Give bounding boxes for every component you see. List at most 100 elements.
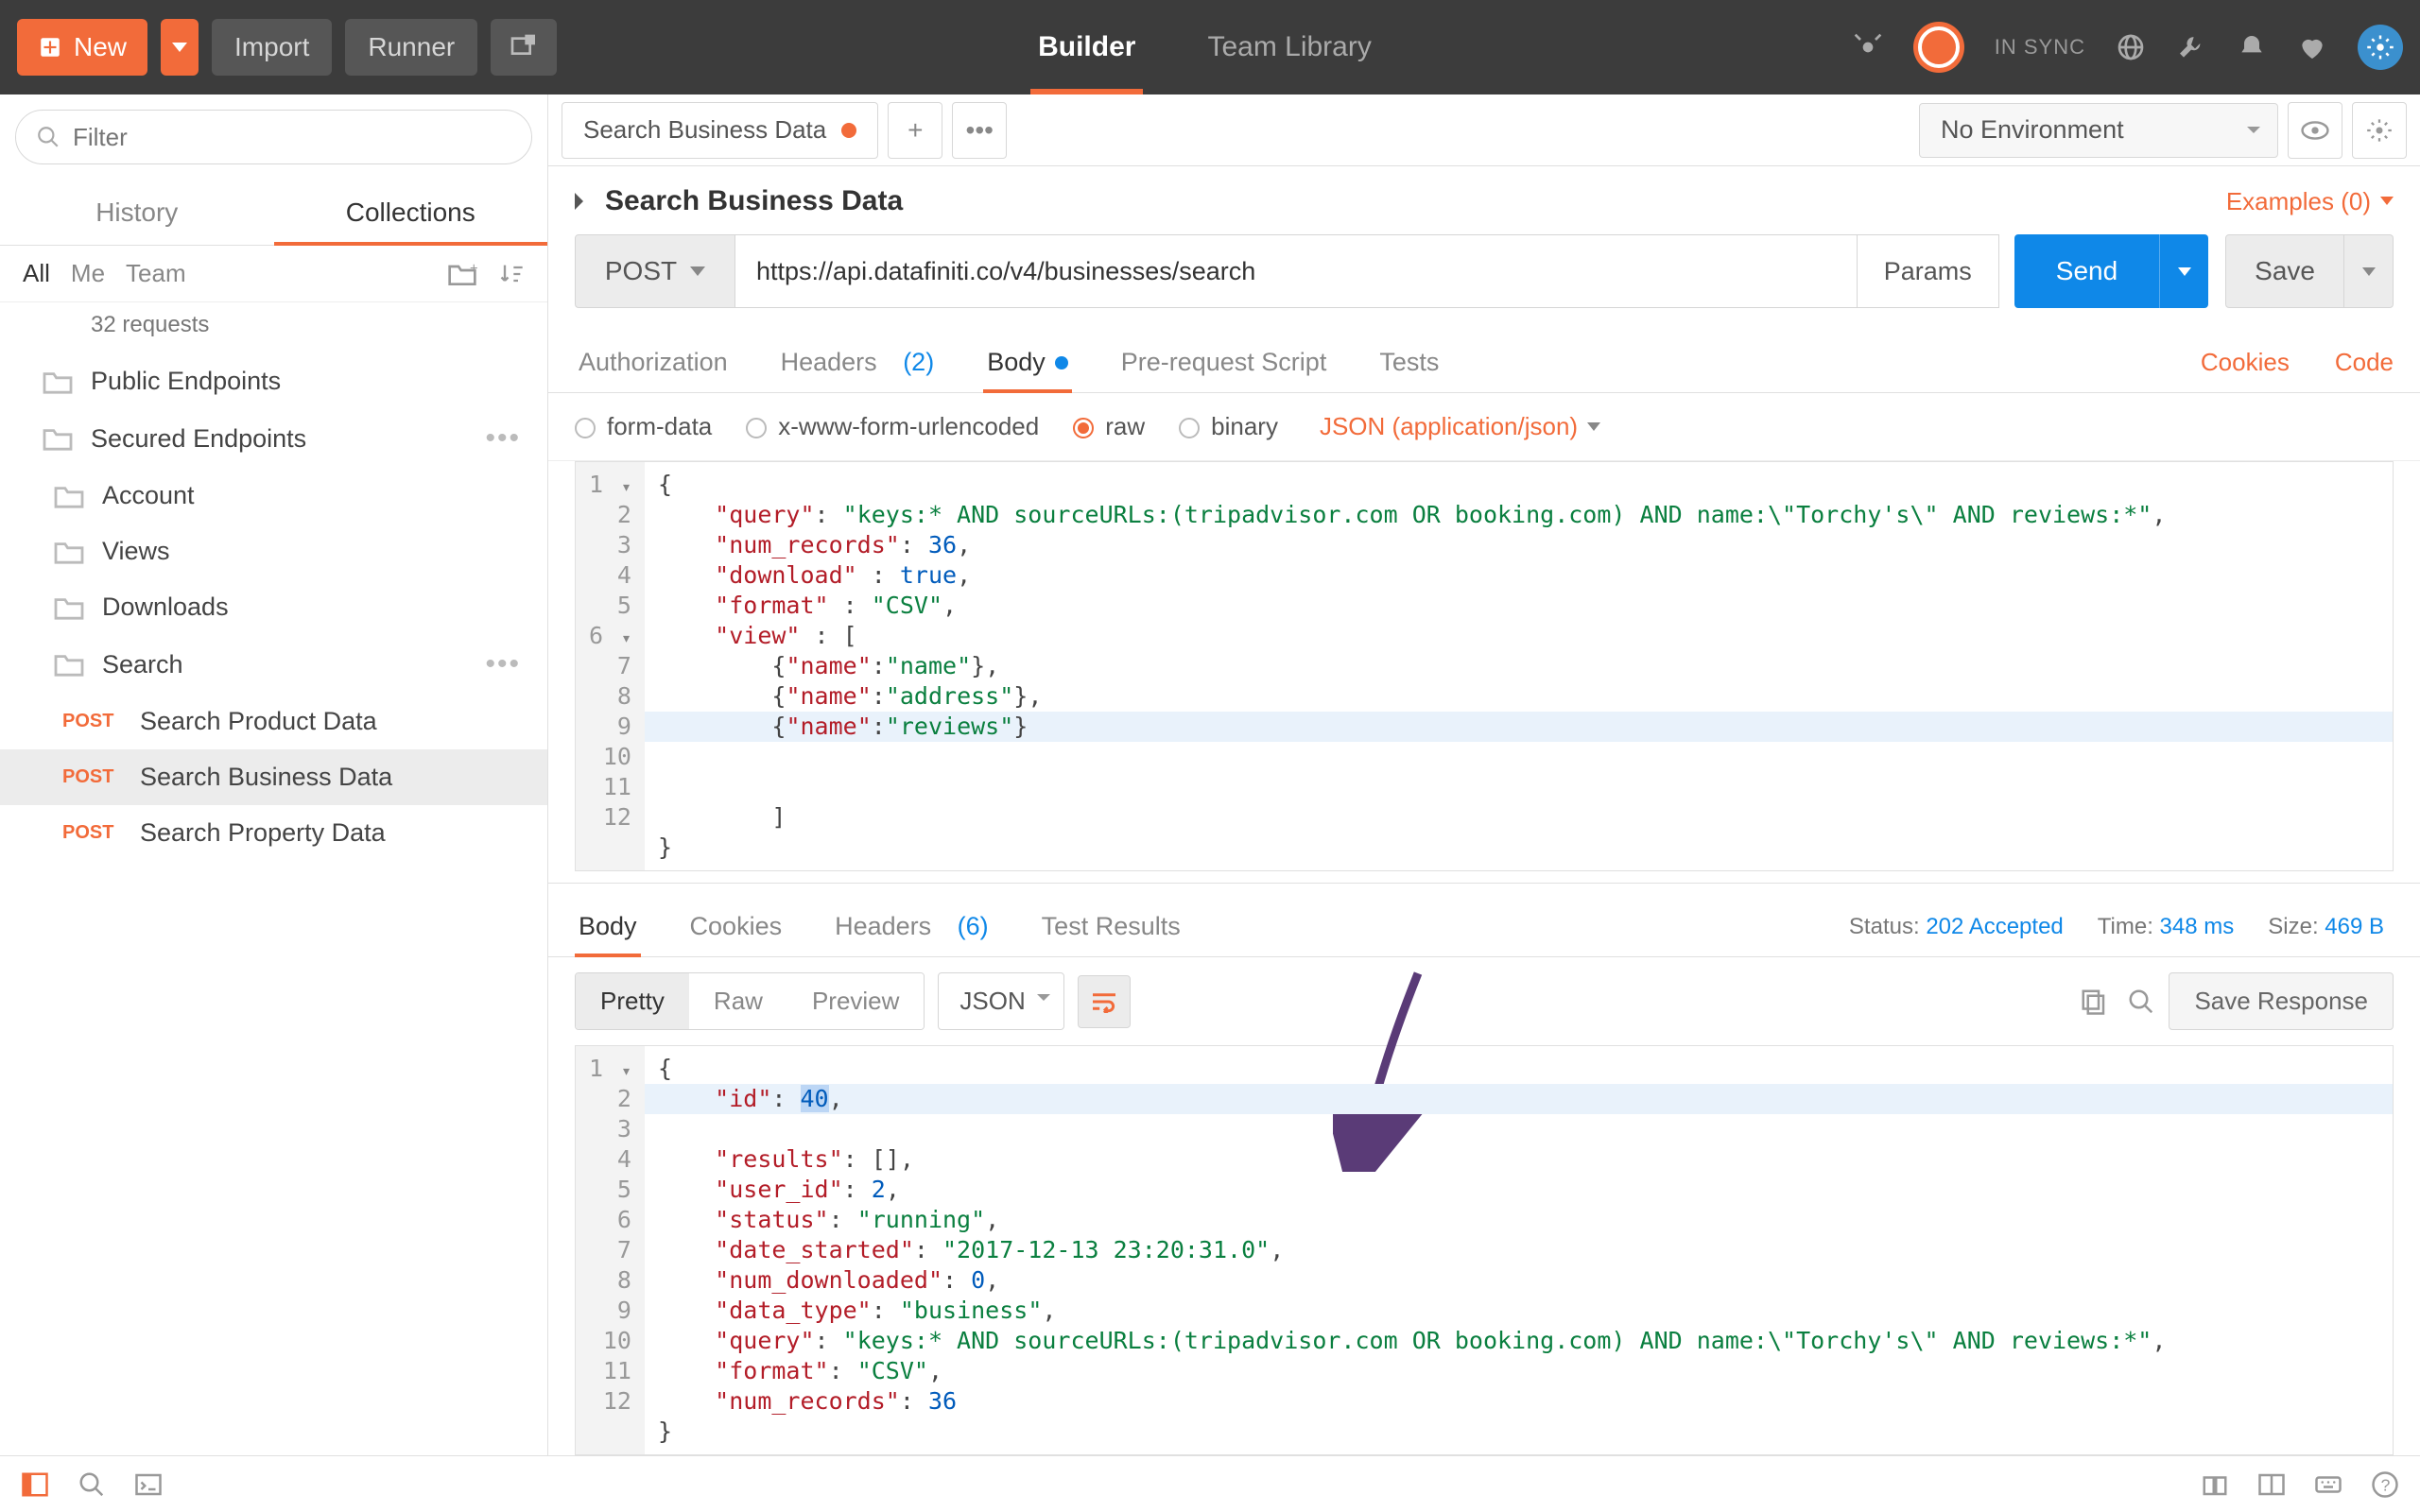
sidebar: History Collections All Me Team + 32 req… bbox=[0, 94, 548, 1455]
sidebar-item-label: Views bbox=[102, 537, 170, 566]
response-format-select[interactable]: JSON bbox=[938, 972, 1063, 1030]
sidebar-item-downloads[interactable]: Downloads bbox=[0, 579, 547, 635]
tab-tests[interactable]: Tests bbox=[1375, 333, 1443, 392]
sidebar-item-public-endpoints[interactable]: Public Endpoints bbox=[0, 353, 547, 409]
request-title[interactable]: Search Business Data bbox=[575, 185, 903, 217]
params-button[interactable]: Params bbox=[1858, 234, 1999, 308]
request-item-search-property[interactable]: POST Search Property Data bbox=[0, 805, 547, 861]
request-item-label: Search Business Data bbox=[140, 763, 392, 792]
tab-history[interactable]: History bbox=[0, 180, 274, 245]
env-settings-button[interactable] bbox=[2352, 102, 2407, 159]
body-type-urlencoded[interactable]: x-www-form-urlencoded bbox=[746, 412, 1039, 441]
save-dropdown[interactable] bbox=[2344, 234, 2394, 308]
request-tab[interactable]: Search Business Data bbox=[562, 102, 878, 159]
sort-icon[interactable] bbox=[498, 261, 525, 287]
top-toolbar: New Import Runner Builder Team Library I… bbox=[0, 0, 2420, 94]
sidebar-item-account[interactable]: Account bbox=[0, 468, 547, 524]
save-button[interactable]: Save bbox=[2225, 234, 2344, 308]
keyboard-icon[interactable] bbox=[2314, 1470, 2342, 1499]
sidebar-item-search[interactable]: Search ••• bbox=[0, 635, 547, 694]
response-body-viewer[interactable]: 1 ▾23456789101112 { "id": 40, "results":… bbox=[575, 1045, 2394, 1455]
request-body-editor[interactable]: 1 ▾23456 ▾789101112 { "query": "keys:* A… bbox=[575, 461, 2394, 871]
method-badge: POST bbox=[62, 822, 123, 844]
examples-dropdown[interactable]: Examples (0) bbox=[2226, 187, 2394, 216]
collection-requests-count: 32 requests bbox=[0, 302, 547, 353]
filter-input[interactable] bbox=[15, 110, 532, 164]
unsaved-dot-icon bbox=[841, 123, 856, 138]
scope-me[interactable]: Me bbox=[71, 259, 105, 288]
wrench-icon[interactable] bbox=[2176, 32, 2206, 62]
send-dropdown[interactable] bbox=[2159, 234, 2208, 308]
satellite-icon[interactable] bbox=[1853, 32, 1883, 62]
new-dropdown[interactable] bbox=[161, 19, 199, 76]
add-tab-button[interactable]: + bbox=[888, 102, 942, 159]
tab-options-button[interactable]: ••• bbox=[952, 102, 1007, 159]
sidebar-item-views[interactable]: Views bbox=[0, 524, 547, 579]
tab-team-library[interactable]: Team Library bbox=[1200, 0, 1378, 94]
resp-tab-tests[interactable]: Test Results bbox=[1038, 897, 1184, 956]
env-quicklook-button[interactable] bbox=[2288, 102, 2342, 159]
response-view-mode[interactable]: Pretty Raw Preview bbox=[575, 972, 925, 1030]
request-item-search-product[interactable]: POST Search Product Data bbox=[0, 694, 547, 749]
sidebar-item-label: Secured Endpoints bbox=[91, 424, 306, 454]
svg-text:+: + bbox=[470, 261, 477, 276]
search-response-icon[interactable] bbox=[2127, 988, 2155, 1016]
scope-all[interactable]: All bbox=[23, 259, 50, 288]
help-icon[interactable]: ? bbox=[2371, 1470, 2399, 1499]
resp-tab-cookies[interactable]: Cookies bbox=[686, 897, 786, 956]
content-type-select[interactable]: JSON (application/json) bbox=[1320, 412, 1600, 441]
status-bar: ? bbox=[0, 1455, 2420, 1512]
globe-icon[interactable] bbox=[2116, 32, 2146, 62]
learning-icon[interactable] bbox=[2201, 1470, 2229, 1499]
sidebar-item-label: Downloads bbox=[102, 593, 229, 622]
find-icon[interactable] bbox=[78, 1470, 106, 1499]
tab-builder[interactable]: Builder bbox=[1030, 0, 1143, 94]
heart-icon[interactable] bbox=[2297, 32, 2327, 62]
tab-headers[interactable]: Headers (2) bbox=[777, 333, 939, 392]
resp-tab-body[interactable]: Body bbox=[575, 897, 641, 956]
svg-text:?: ? bbox=[2381, 1475, 2391, 1494]
settings-gear-icon[interactable] bbox=[2358, 25, 2403, 70]
url-input[interactable] bbox=[735, 234, 1858, 308]
request-item-search-business[interactable]: POST Search Business Data bbox=[0, 749, 547, 805]
body-type-raw[interactable]: raw bbox=[1073, 412, 1145, 441]
environment-select[interactable]: No Environment bbox=[1919, 103, 2278, 158]
more-icon[interactable]: ••• bbox=[485, 648, 521, 680]
save-response-button[interactable]: Save Response bbox=[2169, 972, 2394, 1030]
tab-collections[interactable]: Collections bbox=[274, 180, 548, 245]
method-badge: POST bbox=[62, 766, 123, 788]
resp-tab-headers[interactable]: Headers (6) bbox=[831, 897, 993, 956]
view-raw[interactable]: Raw bbox=[689, 973, 787, 1029]
wrap-lines-button[interactable] bbox=[1078, 975, 1131, 1028]
sidebar-item-secured-endpoints[interactable]: Secured Endpoints ••• bbox=[0, 409, 547, 468]
content-panel: Search Business Data + ••• No Environmen… bbox=[548, 94, 2420, 1455]
modified-dot-icon bbox=[1055, 356, 1068, 369]
scope-team[interactable]: Team bbox=[126, 259, 186, 288]
console-icon[interactable] bbox=[134, 1470, 163, 1499]
add-folder-icon[interactable]: + bbox=[447, 261, 477, 287]
sync-status-icon[interactable] bbox=[1913, 22, 1964, 73]
send-button[interactable]: Send bbox=[2014, 234, 2159, 308]
bell-icon[interactable] bbox=[2237, 32, 2267, 62]
import-button[interactable]: Import bbox=[212, 19, 332, 76]
new-button[interactable]: New bbox=[17, 19, 147, 76]
new-window-button[interactable] bbox=[491, 19, 557, 76]
body-type-binary[interactable]: binary bbox=[1179, 412, 1278, 441]
search-icon bbox=[36, 125, 60, 149]
two-pane-icon[interactable] bbox=[2257, 1470, 2286, 1499]
request-tab-strip: Search Business Data + ••• No Environmen… bbox=[548, 94, 2420, 166]
tab-authorization[interactable]: Authorization bbox=[575, 333, 732, 392]
sidebar-toggle-icon[interactable] bbox=[21, 1470, 49, 1499]
cookies-link[interactable]: Cookies bbox=[2201, 348, 2290, 377]
copy-icon[interactable] bbox=[2080, 988, 2108, 1016]
view-preview[interactable]: Preview bbox=[787, 973, 924, 1029]
sync-status-label: IN SYNC bbox=[1995, 35, 2085, 60]
code-link[interactable]: Code bbox=[2335, 348, 2394, 377]
tab-prerequest[interactable]: Pre-request Script bbox=[1117, 333, 1331, 392]
runner-button[interactable]: Runner bbox=[345, 19, 477, 76]
body-type-form-data[interactable]: form-data bbox=[575, 412, 712, 441]
more-icon[interactable]: ••• bbox=[485, 422, 521, 455]
view-pretty[interactable]: Pretty bbox=[576, 973, 689, 1029]
tab-body[interactable]: Body bbox=[983, 333, 1072, 392]
method-select[interactable]: POST bbox=[575, 234, 735, 308]
